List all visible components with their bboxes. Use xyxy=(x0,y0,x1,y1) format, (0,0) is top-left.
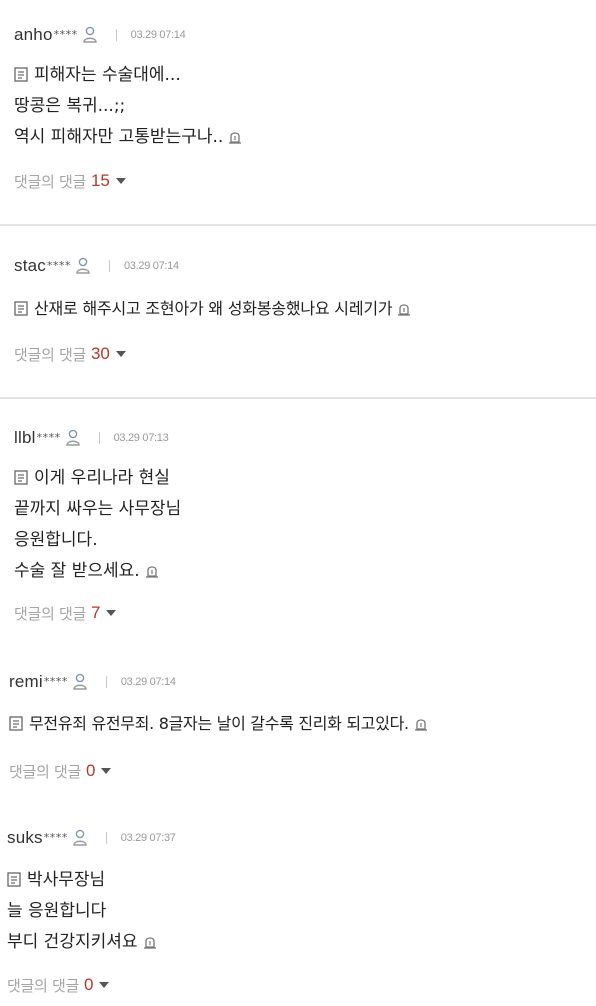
comment-author[interactable]: llbl xyxy=(14,428,36,448)
comment-time: 03.29 07:14 xyxy=(120,676,176,688)
comment-line: 부디 건강지키셔요 xyxy=(7,932,138,952)
comment-line: 산재로 해주시고 조현아가 왜 성화봉송했나요 시레기가 xyxy=(34,299,393,318)
reply-toggle[interactable]: 댓글의 댓글 15 xyxy=(14,170,126,192)
separator xyxy=(105,832,107,844)
masked-id: **** xyxy=(53,27,78,41)
reply-count: 15 xyxy=(90,171,110,190)
memo-icon xyxy=(14,301,28,316)
comment-author[interactable]: stac xyxy=(14,256,46,276)
masked-id: **** xyxy=(43,830,68,844)
comment-author[interactable]: suks xyxy=(7,828,43,848)
user-icon xyxy=(65,429,80,446)
comment-line: 역시 피해자만 고통받는구나.. xyxy=(14,127,224,147)
masked-id: **** xyxy=(46,258,71,272)
comment-line: 끝까지 싸우는 사무장님 xyxy=(14,499,182,519)
comment-author[interactable]: anho xyxy=(14,25,53,45)
caret-down-icon xyxy=(115,178,126,184)
comment-line: 늘 응원합니다 xyxy=(7,901,107,921)
user-icon xyxy=(73,673,87,690)
separator xyxy=(105,676,107,688)
comment-line: 땅콩은 복귀...;; xyxy=(14,96,126,116)
caret-down-icon xyxy=(106,610,117,616)
comment-meta: anho **** 03.29 07:14 xyxy=(14,24,186,46)
comment-meta: suks **** 03.29 07:37 xyxy=(7,827,176,849)
user-icon xyxy=(73,829,87,846)
separator xyxy=(98,432,100,444)
comment-line: 피해자는 수술대에... xyxy=(34,65,181,85)
divider xyxy=(0,224,596,226)
comment-meta: llbl **** 03.29 07:13 xyxy=(14,427,169,449)
reply-toggle[interactable]: 댓글의 댓글 0 xyxy=(7,974,110,996)
memo-icon xyxy=(9,716,23,731)
report-icon[interactable] xyxy=(142,935,158,949)
memo-icon xyxy=(14,470,28,485)
caret-down-icon xyxy=(101,768,112,774)
comment-body: 박사무장님 늘 응원합니다 부디 건강지키셔요 xyxy=(7,865,158,958)
memo-icon xyxy=(14,67,28,82)
comment-time: 03.29 07:13 xyxy=(113,432,169,444)
reply-label: 댓글의 댓글 xyxy=(14,604,86,623)
reply-label: 댓글의 댓글 xyxy=(14,345,86,364)
comment-time: 03.29 07:14 xyxy=(130,29,186,41)
masked-id: **** xyxy=(36,430,61,444)
reply-toggle[interactable]: 댓글의 댓글 7 xyxy=(14,602,117,624)
comment-body: 산재로 해주시고 조현아가 왜 성화봉송했나요 시레기가 xyxy=(14,293,412,325)
comment-author[interactable]: remi xyxy=(9,672,43,692)
user-icon xyxy=(76,257,90,274)
reply-toggle[interactable]: 댓글의 댓글 0 xyxy=(9,760,112,782)
report-icon[interactable] xyxy=(144,564,160,578)
comment-line: 응원합니다. xyxy=(14,530,98,550)
report-icon[interactable] xyxy=(396,302,412,316)
comment-line: 무전유죄 유전무죄. 8글자는 날이 갈수록 진리화 되고있다. xyxy=(29,714,409,733)
memo-icon xyxy=(7,872,21,887)
comment-body: 이게 우리나라 현실 끝까지 싸우는 사무장님 응원합니다. 수술 잘 받으세요… xyxy=(14,463,181,587)
comment-time: 03.29 07:37 xyxy=(120,832,176,844)
divider xyxy=(0,397,596,399)
caret-down-icon xyxy=(99,982,110,988)
separator xyxy=(115,29,117,41)
comment-meta: remi **** 03.29 07:14 xyxy=(9,671,176,693)
comment-line: 박사무장님 xyxy=(27,870,106,890)
comment-time: 03.29 07:14 xyxy=(123,260,179,272)
reply-toggle[interactable]: 댓글의 댓글 30 xyxy=(14,343,126,365)
comment-body: 무전유죄 유전무죄. 8글자는 날이 갈수록 진리화 되고있다. xyxy=(9,708,429,740)
report-icon[interactable] xyxy=(413,717,429,731)
comment-body: 피해자는 수술대에... 땅콩은 복귀...;; 역시 피해자만 고통받는구나.… xyxy=(14,60,243,153)
caret-down-icon xyxy=(115,351,126,357)
separator xyxy=(108,260,110,272)
comment-line: 이게 우리나라 현실 xyxy=(34,468,170,488)
reply-count: 7 xyxy=(90,603,101,622)
masked-id: **** xyxy=(43,674,68,688)
reply-label: 댓글의 댓글 xyxy=(7,976,79,995)
comment-meta: stac **** 03.29 07:14 xyxy=(14,255,179,277)
reply-label: 댓글의 댓글 xyxy=(14,172,86,191)
user-icon xyxy=(82,26,97,43)
reply-count: 30 xyxy=(90,344,110,363)
reply-count: 0 xyxy=(85,761,96,780)
report-icon[interactable] xyxy=(227,130,243,144)
comment-line: 수술 잘 받으세요. xyxy=(14,561,140,581)
reply-label: 댓글의 댓글 xyxy=(9,762,81,781)
reply-count: 0 xyxy=(83,975,94,994)
